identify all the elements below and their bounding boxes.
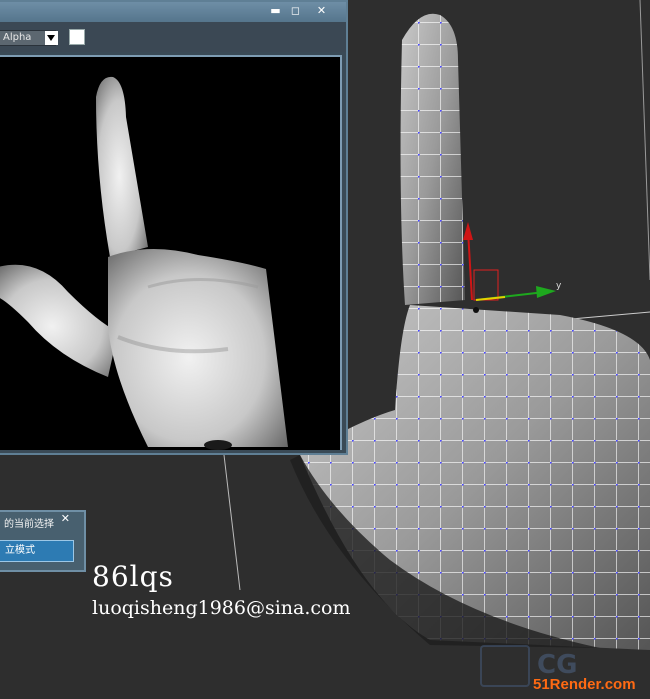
rendered-hand-image [0,76,288,450]
author-email: luoqisheng1986@sina.com [92,597,351,619]
chevron-down-icon[interactable] [45,31,58,45]
minimize-icon[interactable]: ▬ [268,4,283,18]
panel-title: 的当前选择 [4,519,54,530]
close-icon[interactable]: ✕ [314,4,329,18]
rendered-frame-window[interactable]: ▬ ◻ ✕ Alpha [0,0,348,455]
watermark-logo-icon [480,645,530,687]
rendered-image [0,55,342,450]
watermark-site: 51Render.com [533,676,636,693]
color-swatch[interactable] [69,29,85,45]
gizmo-axis-label: y [556,281,562,291]
author-name: 86lqs [92,560,174,593]
maximize-icon[interactable]: ◻ [288,4,303,18]
render-toolbar: Alpha [0,22,346,52]
close-icon[interactable]: ✕ [61,512,70,525]
isolate-mode-button[interactable]: 立模式 [0,540,74,562]
selection-panel[interactable]: 的当前选择 ✕ 立模式 [0,510,86,572]
window-titlebar[interactable]: ▬ ◻ ✕ [0,2,346,22]
